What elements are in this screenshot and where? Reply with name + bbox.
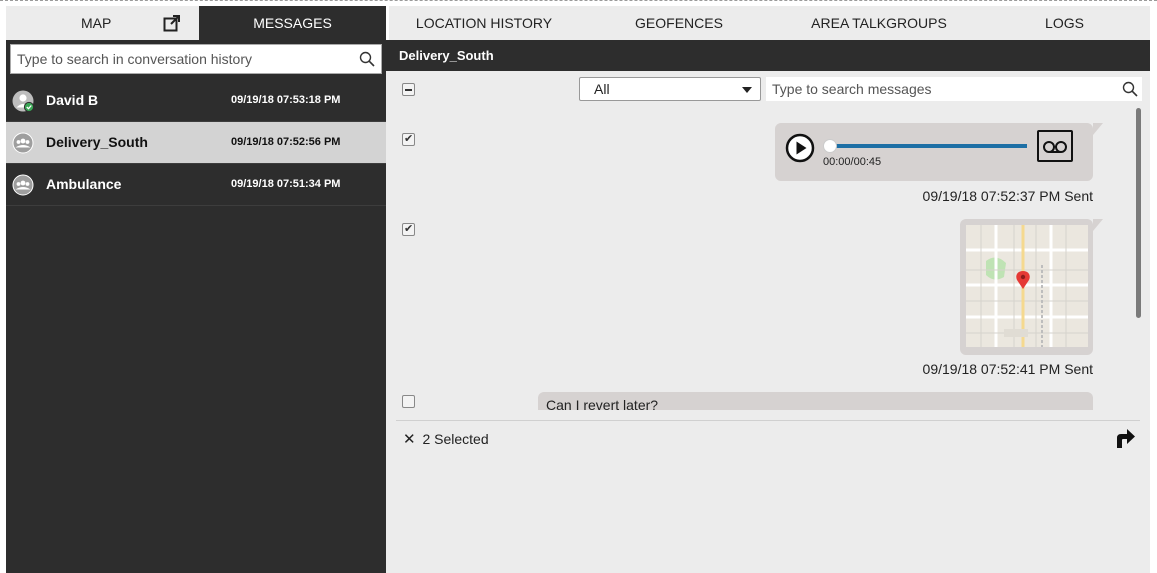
selection-divider [396, 420, 1140, 421]
selected-count: 2 Selected [422, 431, 489, 447]
message-checkbox[interactable] [402, 395, 415, 408]
tab-area-talkgroups-label: AREA TALKGROUPS [811, 15, 947, 31]
conversation-name: David B [46, 92, 99, 108]
tab-logs[interactable]: LOGS [979, 6, 1150, 40]
message-checkbox[interactable] [402, 222, 415, 236]
selection-bar: ✕ 2 Selected [403, 430, 489, 448]
conversation-list: David B 09/19/18 07:53:18 PM Delivery_So… [6, 80, 386, 206]
search-icon[interactable] [1122, 81, 1138, 97]
conversation-time: 09/19/18 07:53:18 PM [231, 94, 341, 106]
message-search-input[interactable] [766, 77, 1106, 101]
forward-icon[interactable] [1114, 428, 1136, 448]
map-image [966, 225, 1088, 347]
tab-messages-label: MESSAGES [253, 15, 332, 31]
bubble-tail [1093, 123, 1103, 135]
bubble-tail [1093, 219, 1103, 231]
tab-geofences-label: GEOFENCES [635, 15, 723, 31]
group-avatar-icon [12, 132, 34, 154]
messages-scrollbar[interactable] [1136, 108, 1141, 318]
conversation-time: 09/19/18 07:51:34 PM [231, 178, 341, 190]
close-icon[interactable]: ✕ [403, 431, 416, 448]
search-icon[interactable] [359, 51, 375, 67]
message-text: Can I revert later? [546, 397, 659, 410]
conversation-search-input[interactable] [11, 45, 351, 73]
text-message-bubble: Can I revert later? [538, 392, 1093, 410]
tab-map-label: MAP [81, 15, 112, 31]
conversation-title: Delivery_South [386, 40, 1150, 71]
conversation-item-david-b[interactable]: David B 09/19/18 07:53:18 PM [6, 80, 386, 122]
conversation-time: 09/19/18 07:52:56 PM [231, 136, 341, 148]
conversation-panel: David B 09/19/18 07:53:18 PM Delivery_So… [6, 40, 386, 573]
select-all-checkbox[interactable] [402, 83, 415, 96]
conversation-item-delivery-south[interactable]: Delivery_South 09/19/18 07:52:56 PM [6, 122, 386, 164]
message-filter-dropdown[interactable]: All [579, 77, 761, 101]
popout-icon[interactable] [163, 14, 181, 32]
audio-message-bubble: 00:00/00:45 [775, 123, 1103, 181]
conversation-item-ambulance[interactable]: Ambulance 09/19/18 07:51:34 PM [6, 164, 386, 206]
message-checkbox[interactable] [402, 132, 415, 146]
play-icon[interactable] [785, 133, 815, 163]
voicemail-icon[interactable] [1037, 130, 1073, 162]
group-avatar-icon [12, 174, 34, 196]
tab-location-history[interactable]: LOCATION HISTORY [389, 6, 579, 40]
message-panel: Delivery_South All 00:00/00:45 09/1 [386, 40, 1150, 573]
location-message-bubble [960, 219, 1103, 355]
chevron-down-icon [742, 87, 752, 93]
tab-geofences[interactable]: GEOFENCES [579, 6, 779, 40]
map-thumbnail[interactable] [966, 225, 1088, 347]
message-search-box [766, 77, 1142, 101]
tab-messages[interactable]: MESSAGES [199, 6, 386, 40]
tab-bar: MAP MESSAGES LOCATION HISTORY GEOFENCES … [6, 6, 1150, 40]
message-timestamp: 09/19/18 07:52:41 PM Sent [922, 361, 1093, 377]
voicemail-glyph [1043, 141, 1067, 153]
conversation-name: Ambulance [46, 176, 122, 192]
message-timestamp: 09/19/18 07:52:37 PM Sent [922, 188, 1093, 204]
tab-area-talkgroups[interactable]: AREA TALKGROUPS [779, 6, 979, 40]
audio-progress-handle[interactable] [823, 139, 837, 153]
audio-duration: 00:00/00:45 [823, 156, 882, 168]
tab-location-history-label: LOCATION HISTORY [415, 15, 553, 31]
conversation-search-box [10, 44, 382, 74]
audio-progress-track[interactable] [825, 144, 1027, 148]
filter-selected-value: All [594, 81, 610, 97]
tab-logs-label: LOGS [1045, 15, 1084, 31]
user-avatar-icon [12, 90, 34, 112]
conversation-name: Delivery_South [46, 134, 148, 150]
